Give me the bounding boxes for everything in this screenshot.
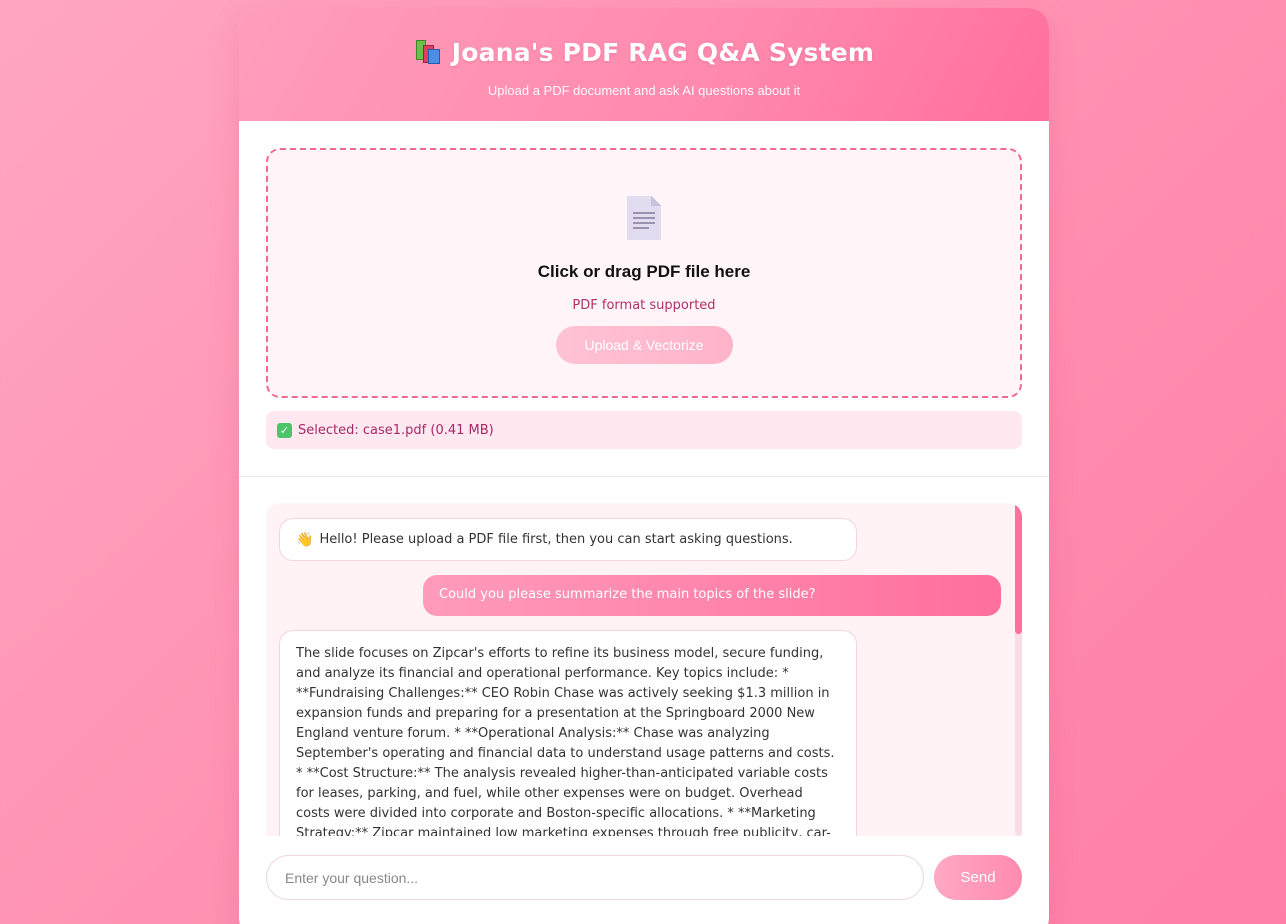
- dropzone-hint: PDF format supported: [572, 298, 716, 313]
- chat-scrollbar[interactable]: [1015, 503, 1022, 836]
- books-icon: [414, 39, 442, 66]
- title-row: Joana's PDF RAG Q&A System: [239, 38, 1049, 67]
- check-icon: ✓: [277, 422, 292, 438]
- greeting-text: Hello! Please upload a PDF file first, t…: [319, 532, 793, 547]
- selected-file-status: ✓ Selected: case1.pdf (0.41 MB): [266, 411, 1022, 449]
- bot-message: 👋 Hello! Please upload a PDF file first,…: [279, 518, 857, 561]
- pdf-dropzone[interactable]: Click or drag PDF file here PDF format s…: [266, 148, 1022, 398]
- page-title: Joana's PDF RAG Q&A System: [451, 38, 875, 67]
- header: Joana's PDF RAG Q&A System Upload a PDF …: [239, 8, 1049, 121]
- app-container: Joana's PDF RAG Q&A System Upload a PDF …: [239, 8, 1049, 924]
- page-subtitle: Upload a PDF document and ask AI questio…: [487, 83, 801, 98]
- user-message: Could you please summarize the main topi…: [423, 575, 1001, 616]
- message-list: 👋 Hello! Please upload a PDF file first,…: [279, 518, 1001, 836]
- send-button[interactable]: Send: [934, 855, 1022, 900]
- selected-file-text: Selected: case1.pdf (0.41 MB): [298, 422, 494, 438]
- question-input-row: Send: [266, 855, 1022, 900]
- wave-icon: 👋: [296, 532, 314, 548]
- chat-area[interactable]: 👋 Hello! Please upload a PDF file first,…: [266, 503, 1022, 836]
- scrollbar-thumb[interactable]: [1015, 503, 1022, 634]
- question-input[interactable]: [266, 855, 925, 900]
- upload-section: Click or drag PDF file here PDF format s…: [239, 121, 1049, 477]
- document-icon: [627, 196, 661, 240]
- bot-answer-message: The slide focuses on Zipcar's efforts to…: [279, 630, 857, 836]
- upload-vectorize-button[interactable]: Upload & Vectorize: [555, 326, 733, 364]
- dropzone-title: Click or drag PDF file here: [537, 262, 751, 281]
